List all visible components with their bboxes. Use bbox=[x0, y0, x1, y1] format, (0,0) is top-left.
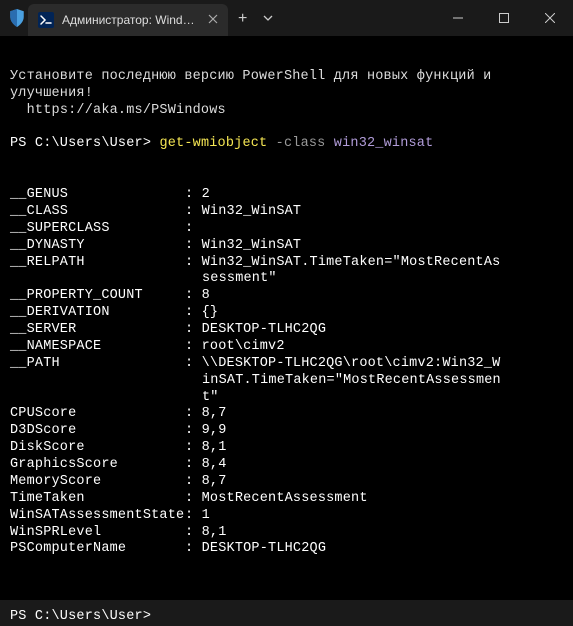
property-name: WinSPRLevel bbox=[10, 525, 185, 542]
maximize-button[interactable] bbox=[481, 0, 527, 36]
property-value: 8,1 bbox=[202, 440, 227, 457]
property-row: __PROPERTY_COUNT: 8 bbox=[10, 288, 563, 305]
property-value: 8,1 bbox=[202, 525, 227, 542]
command-arg: win32_winsat bbox=[334, 136, 434, 151]
tab-dropdown-button[interactable] bbox=[257, 13, 279, 27]
property-row: TimeTaken: MostRecentAssessment bbox=[10, 491, 563, 508]
property-value-continuation: sessment" bbox=[10, 271, 563, 288]
property-name: CPUScore bbox=[10, 406, 185, 423]
tab-title: Администратор: Windows Pc bbox=[62, 13, 198, 27]
property-name: __NAMESPACE bbox=[10, 339, 185, 356]
property-name: __PROPERTY_COUNT bbox=[10, 288, 185, 305]
property-value: {} bbox=[202, 305, 219, 322]
property-value: Win32_WinSAT bbox=[202, 204, 302, 221]
property-row: __DYNASTY: Win32_WinSAT bbox=[10, 238, 563, 255]
property-row: WinSPRLevel: 8,1 bbox=[10, 525, 563, 542]
property-value: 8 bbox=[202, 288, 210, 305]
command-cmdlet: get-wmiobject bbox=[159, 136, 267, 151]
property-row: __CLASS: Win32_WinSAT bbox=[10, 204, 563, 221]
property-name: __DERIVATION bbox=[10, 305, 185, 322]
property-name: DiskScore bbox=[10, 440, 185, 457]
property-name: MemoryScore bbox=[10, 474, 185, 491]
property-value-continuation: inSAT.TimeTaken="MostRecentAssessmen bbox=[10, 373, 563, 390]
property-value: \\DESKTOP-TLHC2QG\root\cimv2:Win32_W bbox=[202, 356, 501, 373]
property-name: GraphicsScore bbox=[10, 457, 185, 474]
property-name: WinSATAssessmentState bbox=[10, 508, 185, 525]
property-row: DiskScore: 8,1 bbox=[10, 440, 563, 457]
shield-icon bbox=[8, 9, 26, 27]
property-row: __NAMESPACE: root\cimv2 bbox=[10, 339, 563, 356]
property-row: __SERVER: DESKTOP-TLHC2QG bbox=[10, 322, 563, 339]
property-row: __DERIVATION: {} bbox=[10, 305, 563, 322]
property-row: D3DScore: 9,9 bbox=[10, 423, 563, 440]
new-tab-button[interactable]: + bbox=[228, 10, 257, 28]
minimize-button[interactable] bbox=[435, 0, 481, 36]
property-value: DESKTOP-TLHC2QG bbox=[202, 541, 327, 558]
property-value: Win32_WinSAT.TimeTaken="MostRecentAs bbox=[202, 255, 501, 272]
property-name: __SERVER bbox=[10, 322, 185, 339]
property-row: GraphicsScore: 8,4 bbox=[10, 457, 563, 474]
property-name: __DYNASTY bbox=[10, 238, 185, 255]
property-row: __RELPATH: Win32_WinSAT.TimeTaken="MostR… bbox=[10, 255, 563, 272]
property-value-continuation: t" bbox=[10, 390, 563, 407]
property-value: 8,7 bbox=[202, 474, 227, 491]
property-name: __GENUS bbox=[10, 187, 185, 204]
property-value: 8,7 bbox=[202, 406, 227, 423]
property-name: __PATH bbox=[10, 356, 185, 373]
property-row: __GENUS: 2 bbox=[10, 187, 563, 204]
property-value: Win32_WinSAT bbox=[202, 238, 302, 255]
property-value: 1 bbox=[202, 508, 210, 525]
output-properties: __GENUS: 2__CLASS: Win32_WinSAT__SUPERCL… bbox=[10, 187, 563, 558]
property-name: __SUPERCLASS bbox=[10, 221, 185, 238]
property-value: MostRecentAssessment bbox=[202, 491, 368, 508]
property-name: PSComputerName bbox=[10, 541, 185, 558]
property-row: PSComputerName: DESKTOP-TLHC2QG bbox=[10, 541, 563, 558]
tab-close-button[interactable] bbox=[206, 13, 220, 28]
close-button[interactable] bbox=[527, 0, 573, 36]
property-value: root\cimv2 bbox=[202, 339, 285, 356]
property-name: TimeTaken bbox=[10, 491, 185, 508]
property-value: 2 bbox=[202, 187, 210, 204]
terminal-content[interactable]: Установите последнюю версию PowerShell д… bbox=[0, 36, 573, 600]
window-controls bbox=[435, 0, 573, 36]
powershell-icon bbox=[38, 12, 54, 28]
titlebar-left: Администратор: Windows Pc + bbox=[8, 0, 279, 36]
prompt-1: PS C:\Users\User> bbox=[10, 136, 159, 151]
prompt-2: PS C:\Users\User> bbox=[10, 609, 159, 624]
property-row: WinSATAssessmentState: 1 bbox=[10, 508, 563, 525]
command-flag: -class bbox=[276, 136, 326, 151]
property-value: 8,4 bbox=[202, 457, 227, 474]
property-value: DESKTOP-TLHC2QG bbox=[202, 322, 327, 339]
property-value: 9,9 bbox=[202, 423, 227, 440]
property-row: __PATH: \\DESKTOP-TLHC2QG\root\cimv2:Win… bbox=[10, 356, 563, 373]
property-name: __RELPATH bbox=[10, 255, 185, 272]
active-tab[interactable]: Администратор: Windows Pc bbox=[28, 4, 228, 36]
docs-link: https://aka.ms/PSWindows bbox=[27, 103, 226, 118]
property-name: D3DScore bbox=[10, 423, 185, 440]
property-row: MemoryScore: 8,7 bbox=[10, 474, 563, 491]
property-name: __CLASS bbox=[10, 204, 185, 221]
property-row: __SUPERCLASS: bbox=[10, 221, 563, 238]
install-message: Установите последнюю версию PowerShell д… bbox=[10, 69, 500, 101]
titlebar: Администратор: Windows Pc + bbox=[0, 0, 573, 36]
property-row: CPUScore: 8,7 bbox=[10, 406, 563, 423]
